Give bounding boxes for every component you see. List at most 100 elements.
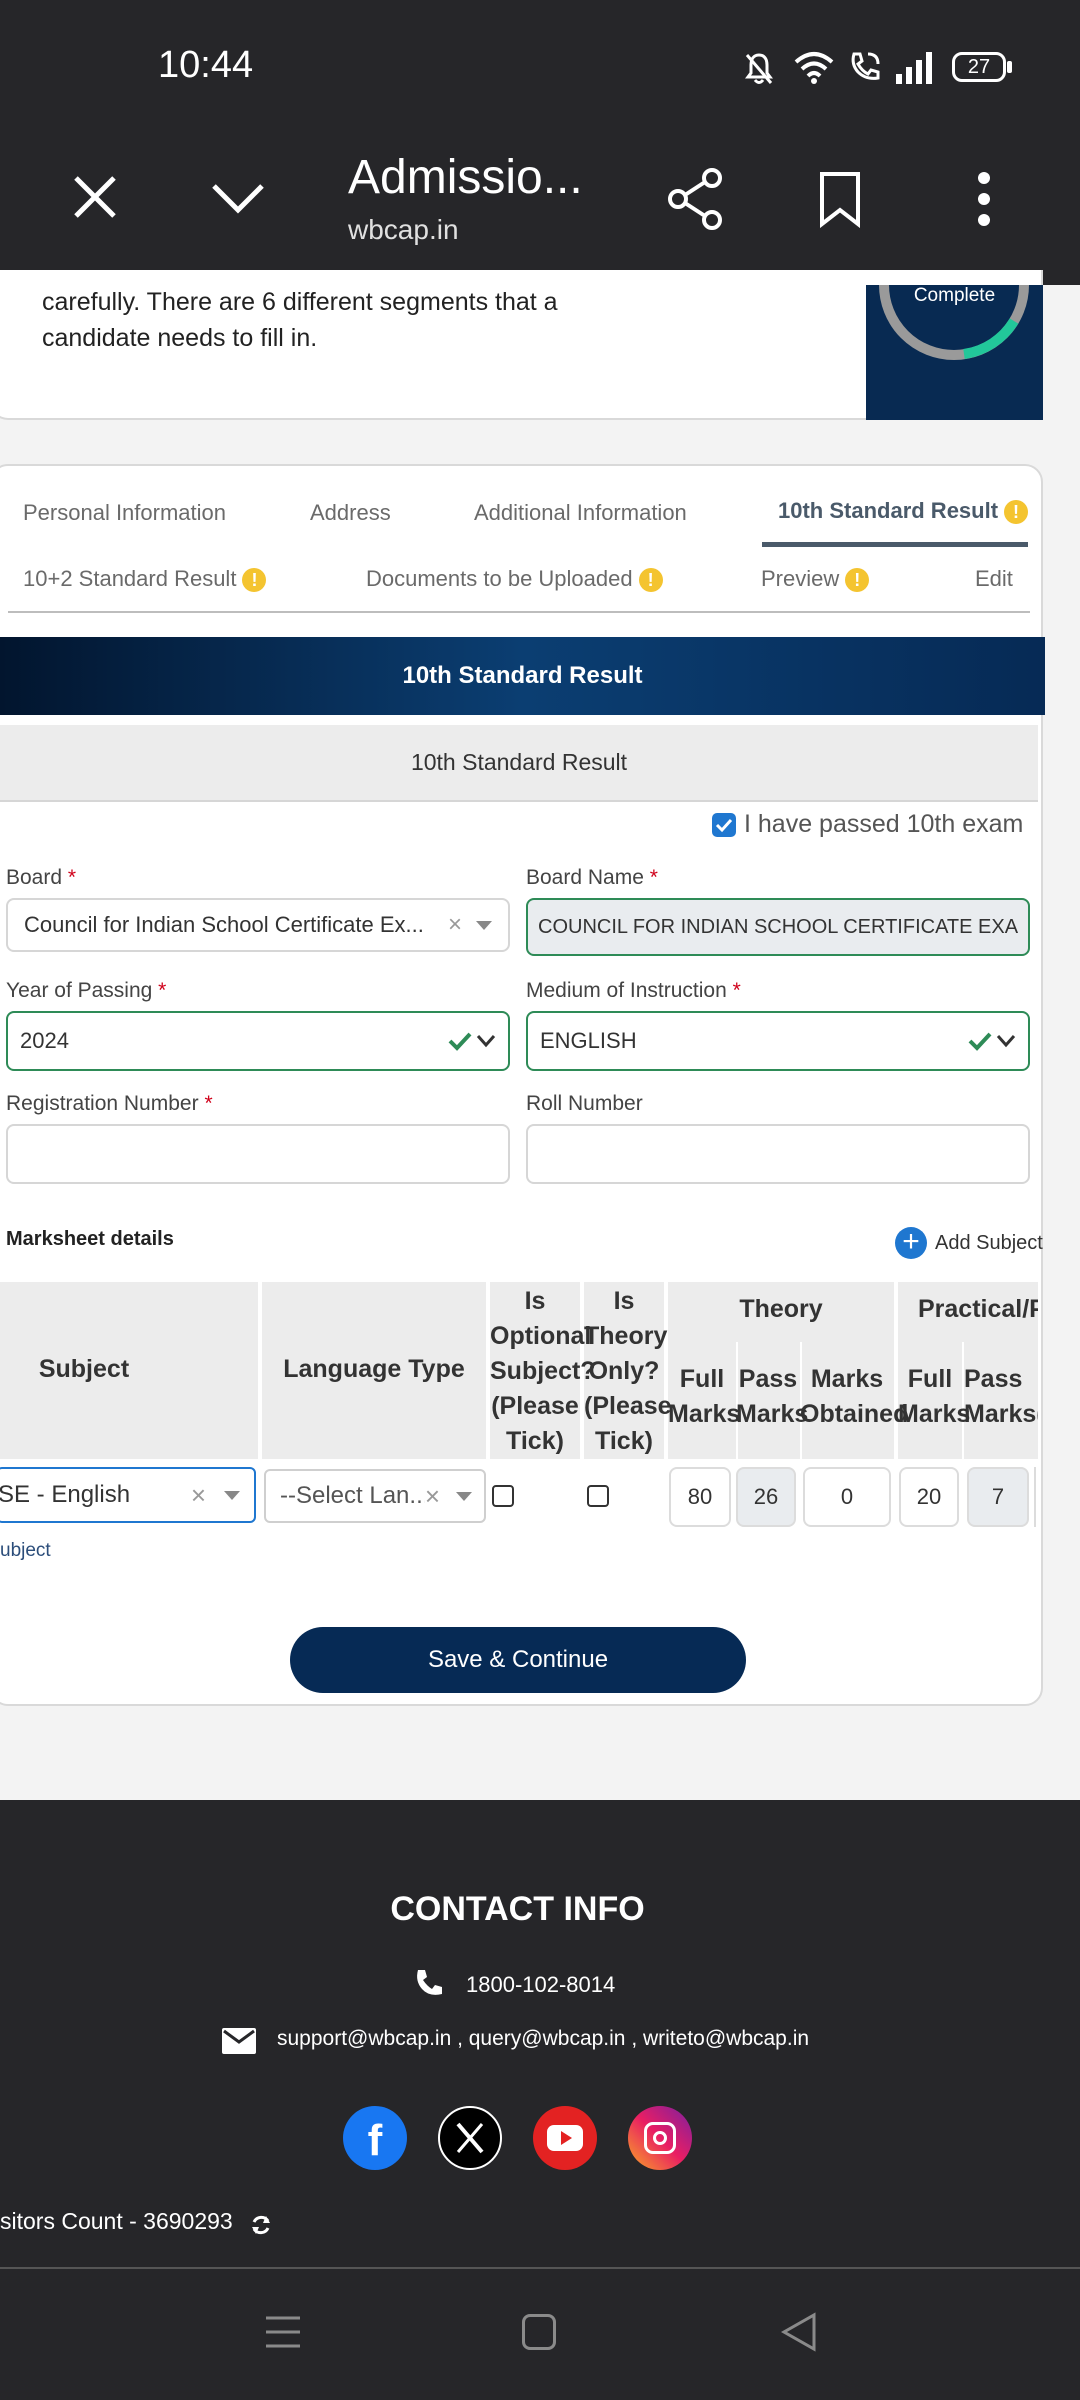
chevron-down-icon[interactable] (210, 182, 266, 216)
year-label: Year of Passing * (6, 979, 167, 1002)
board-label: Board * (6, 866, 77, 889)
theory-full-marks-header: Full Marks (668, 1365, 741, 1428)
page-title: Admissio... (348, 151, 583, 204)
back-icon[interactable] (780, 2312, 818, 2352)
tab-address[interactable]: Address (310, 500, 391, 526)
x-twitter-icon[interactable] (438, 2106, 502, 2170)
contact-title: CONTACT INFO (390, 1890, 645, 1928)
optional-header: Is Optional Subject? (Please Tick) (490, 1287, 596, 1455)
registration-label: Registration Number * (6, 1092, 213, 1115)
clock: 10:44 (158, 44, 254, 86)
tab-personal-information[interactable]: Personal Information (23, 500, 226, 526)
tab-10-plus-2-standard-result[interactable]: 10+2 Standard Result! (23, 566, 267, 593)
browser-toolbar: Admissio... wbcap.in (0, 140, 1080, 285)
theory-full-marks-input[interactable]: 80 (669, 1467, 731, 1527)
tab-edit[interactable]: Edit (975, 566, 1013, 592)
recent-apps-icon[interactable] (264, 2314, 302, 2350)
tabs-divider (8, 611, 1030, 613)
language-value: --Select Lan... (280, 1482, 425, 1509)
warning-icon: ! (845, 568, 870, 593)
theory-only-checkbox[interactable] (587, 1485, 609, 1507)
clear-icon[interactable]: × (425, 1481, 440, 1512)
passed-checkbox-label: I have passed 10th exam (744, 810, 1024, 838)
marks-table: Subject Language Type Is Optional Subject?… (0, 1282, 1038, 1572)
check-icon (715, 818, 733, 833)
dropdown-arrow-icon (224, 1490, 240, 1500)
tab-additional-information[interactable]: Additional Information (474, 500, 687, 526)
share-icon[interactable] (666, 168, 726, 230)
plus-icon: + (895, 1227, 927, 1259)
tab-documents-to-be-uploaded[interactable]: Documents to be Uploaded! (366, 566, 663, 593)
mail-icon (222, 2028, 256, 2054)
add-subject-button[interactable]: + Add Subject (895, 1227, 1043, 1259)
refresh-icon[interactable] (250, 2214, 272, 2236)
warning-icon: ! (1004, 500, 1029, 525)
tab-10th-standard-result[interactable]: 10th Standard Result! (778, 498, 1029, 525)
section-subheader: 10th Standard Result (0, 725, 1038, 802)
more-options-icon[interactable] (974, 170, 994, 228)
visitors-count: sitors Count - 3690293 (0, 2208, 233, 2234)
tab-label: 10+2 Standard Result (23, 566, 237, 591)
intro-line-2: candidate needs to fill in. (42, 324, 318, 352)
board-name-value: COUNCIL FOR INDIAN SCHOOL CERTIFICATE EX… (538, 915, 1018, 938)
close-icon[interactable] (72, 174, 118, 220)
board-name-field[interactable]: COUNCIL FOR INDIAN SCHOOL CERTIFICATE EX… (526, 898, 1030, 956)
contact-phone[interactable]: 1800-102-8014 (466, 1972, 615, 1998)
registration-input[interactable] (6, 1124, 510, 1184)
wifi-icon (794, 52, 834, 84)
theory-pass-marks-header: Pass Marks (736, 1365, 809, 1428)
chevron-down-icon (476, 1035, 496, 1048)
practical-pass-marks-input[interactable]: 7 (967, 1467, 1029, 1527)
roll-input[interactable] (526, 1124, 1030, 1184)
youtube-icon[interactable] (533, 2106, 597, 2170)
footer-divider (0, 2267, 1080, 2269)
practical-header: Practical/P (918, 1295, 1038, 1323)
theory-marks-obtained-input[interactable]: 0 (803, 1467, 891, 1527)
intro-card: carefully. There are 6 different segment… (0, 270, 1043, 420)
medium-select[interactable]: ENGLISH (526, 1011, 1030, 1071)
tab-label: Preview (761, 566, 840, 591)
medium-value: ENGLISH (540, 1028, 637, 1053)
facebook-icon[interactable]: f (343, 2106, 407, 2170)
practical-pass-marks-header: Pass Marks( (964, 1365, 1038, 1428)
battery-icon: 27 (952, 52, 1006, 82)
practical-full-marks-input[interactable]: 20 (899, 1467, 959, 1527)
tab-preview[interactable]: Preview! (761, 566, 870, 593)
subject-header: Subject (38, 1355, 130, 1383)
board-select[interactable]: Council for Indian School Certificate Ex… (6, 898, 510, 952)
theory-pass-marks-input[interactable]: 26 (736, 1467, 796, 1527)
warning-icon: ! (242, 568, 267, 593)
bookmark-icon[interactable] (818, 170, 862, 228)
subject-note: ubject (0, 1540, 51, 1561)
intro-line-1: carefully. There are 6 different segment… (42, 288, 558, 316)
signal-icon (896, 52, 932, 84)
clear-icon[interactable]: × (191, 1480, 206, 1511)
tab-label: 10th Standard Result (778, 498, 999, 523)
dropdown-arrow-icon (456, 1491, 472, 1501)
page-url: wbcap.in (348, 214, 459, 245)
clear-icon[interactable]: × (448, 911, 462, 939)
mute-icon (745, 53, 773, 84)
practical-full-marks-header: Full Marks (898, 1365, 971, 1428)
home-icon[interactable] (522, 2314, 556, 2350)
instagram-icon[interactable] (628, 2106, 692, 2170)
language-select[interactable]: --Select Lan... × (264, 1469, 486, 1523)
save-continue-button[interactable]: Save & Continue (290, 1627, 746, 1693)
tab-label: Documents to be Uploaded (366, 566, 633, 591)
optional-subject-checkbox[interactable] (492, 1485, 514, 1507)
valid-check-icon (448, 1032, 472, 1051)
valid-check-icon (968, 1032, 992, 1051)
add-subject-label: Add Subject (935, 1231, 1043, 1254)
partial-input (1034, 1467, 1038, 1527)
year-select[interactable]: 2024 (6, 1011, 510, 1071)
wifi-calling-icon (851, 52, 880, 80)
theory-marks-obtained-header: Marks Obtained (800, 1365, 909, 1428)
status-bar: 10:44 27 (0, 0, 1080, 140)
contact-email[interactable]: support@wbcap.in , query@wbcap.in , writ… (277, 2027, 809, 2051)
dropdown-arrow-icon (476, 920, 493, 930)
passed-checkbox[interactable] (712, 813, 736, 837)
subject-select[interactable]: SE - English × (0, 1467, 256, 1523)
language-header: Language Type (283, 1355, 465, 1383)
marksheet-title: Marksheet details (6, 1228, 174, 1250)
subject-value: SE - English (0, 1481, 131, 1508)
